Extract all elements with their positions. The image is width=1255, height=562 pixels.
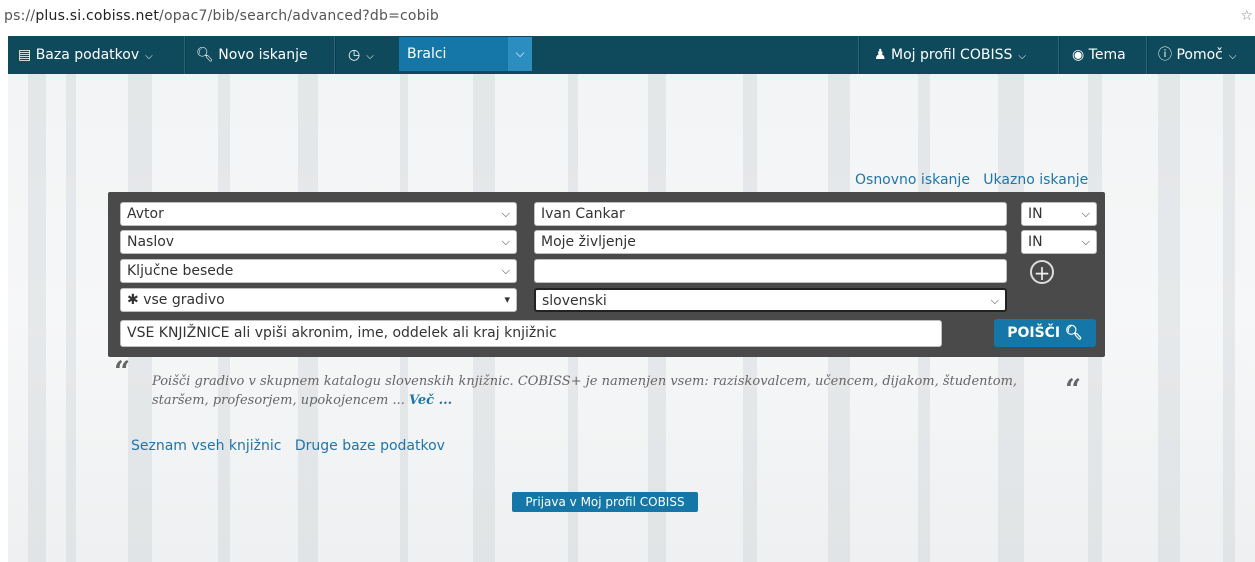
add-row-button[interactable]: + xyxy=(1030,260,1054,284)
bottom-links: Seznam vseh knjižnic Druge baze podatkov xyxy=(131,438,445,454)
url-text: ps://plus.si.cobiss.net/opac7/bib/search… xyxy=(4,8,439,24)
bookmark-star-icon[interactable]: ☆ xyxy=(1240,6,1253,26)
chevron-down-icon: ⌵ xyxy=(1228,51,1237,62)
chevron-down-icon: ⌵ xyxy=(990,294,999,307)
search-term-input-2[interactable]: Moje življenje xyxy=(534,230,1007,254)
search-term-input-3[interactable] xyxy=(534,259,1007,283)
help-label: Pomoč xyxy=(1176,47,1223,63)
clock-icon: ◷ xyxy=(348,47,361,63)
material-select[interactable]: ✱ vse gradivo ▾ xyxy=(120,288,517,312)
field-select-3[interactable]: Ključne besede ⌵ xyxy=(120,259,517,283)
field-select-3-value: Ključne besede xyxy=(127,263,234,279)
close-quote-icon: “ xyxy=(1065,373,1082,406)
search-mode-links: Osnovno iskanje Ukazno iskanje xyxy=(855,172,1088,188)
open-quote-icon: “ xyxy=(114,355,131,388)
library-input-placeholder: VSE KNJIŽNICE ali vpiši akronim, ime, od… xyxy=(127,325,557,341)
chevron-down-icon[interactable]: ⌵ xyxy=(508,37,532,71)
operator-select-2[interactable]: IN ⌵ xyxy=(1021,230,1097,254)
new-search-button[interactable]: 🔍︎ Novo iskanje xyxy=(186,36,318,74)
chevron-down-icon: ⌵ xyxy=(145,51,153,62)
caret-down-icon: ▾ xyxy=(504,293,510,306)
search-button[interactable]: POIŠČI 🔍︎ xyxy=(994,319,1096,347)
intro-text-body: Poišči gradivo v skupnem katalogu sloven… xyxy=(152,374,1018,408)
browser-url-bar[interactable]: ps://plus.si.cobiss.net/opac7/bib/search… xyxy=(0,0,1255,34)
search-term-2-value: Moje življenje xyxy=(541,234,636,250)
profile-label: Moj profil COBISS xyxy=(891,47,1013,63)
chevron-down-icon: ⌵ xyxy=(1081,207,1090,220)
field-select-1[interactable]: Avtor ⌵ xyxy=(120,202,517,226)
top-nav: ▤ Baza podatkov ⌵ 🔍︎ Novo iskanje ◷ ⌵ Bral… xyxy=(8,36,1255,74)
material-select-value: vse gradivo xyxy=(143,292,225,308)
field-select-2[interactable]: Naslov ⌵ xyxy=(120,230,517,254)
command-search-link[interactable]: Ukazno iskanje xyxy=(983,172,1088,188)
chevron-down-icon: ⌵ xyxy=(1081,235,1090,248)
library-select-value: Bralci xyxy=(407,46,447,62)
theme-label: Tema xyxy=(1088,47,1126,63)
library-select[interactable]: Bralci ⌵ xyxy=(399,37,532,71)
field-select-1-value: Avtor xyxy=(127,206,164,222)
field-select-2-value: Naslov xyxy=(127,234,175,250)
asterisk-icon: ✱ xyxy=(127,292,139,308)
operator-select-1[interactable]: IN ⌵ xyxy=(1021,202,1097,226)
operator-1-value: IN xyxy=(1028,206,1043,222)
language-select[interactable]: slovenski ⌵ xyxy=(534,288,1007,312)
search-icon: 🔍︎ xyxy=(196,47,214,63)
basic-search-link[interactable]: Osnovno iskanje xyxy=(855,172,970,188)
chevron-down-icon: ⌵ xyxy=(501,235,510,248)
intro-text: Poišči gradivo v skupnem katalogu sloven… xyxy=(152,372,1057,410)
other-databases-link[interactable]: Druge baze podatkov xyxy=(295,438,445,454)
search-term-1-value: Ivan Cankar xyxy=(541,206,625,222)
database-label: Baza podatkov xyxy=(35,47,140,63)
language-select-value: slovenski xyxy=(542,293,607,309)
library-input[interactable]: VSE KNJIŽNICE ali vpiši akronim, ime, od… xyxy=(120,320,942,347)
search-panel: Avtor ⌵ Ivan Cankar IN ⌵ Naslov ⌵ Moje ž… xyxy=(108,192,1105,357)
operator-2-value: IN xyxy=(1028,234,1043,250)
login-button-label: Prijava v Moj profil COBISS xyxy=(525,495,685,509)
search-button-label: POIŠČI xyxy=(1007,325,1061,341)
theme-menu[interactable]: ◉ Tema xyxy=(1060,36,1148,74)
more-link[interactable]: Več ... xyxy=(409,393,452,408)
new-search-label: Novo iskanje xyxy=(218,47,308,63)
plus-icon: + xyxy=(1033,261,1051,285)
database-menu[interactable]: ▤ Baza podatkov ⌵ xyxy=(8,36,184,74)
chevron-down-icon: ⌵ xyxy=(366,51,374,62)
search-term-input-1[interactable]: Ivan Cankar xyxy=(534,202,1007,226)
login-button[interactable]: Prijava v Moj profil COBISS xyxy=(512,492,698,512)
profile-menu[interactable]: ♟ Moj profil COBISS ⌵ xyxy=(860,36,1060,74)
chevron-down-icon: ⌵ xyxy=(501,207,510,220)
all-libraries-link[interactable]: Seznam vseh knjižnic xyxy=(131,438,281,454)
chevron-down-icon: ⌵ xyxy=(501,264,510,277)
database-icon: ▤ xyxy=(18,47,32,63)
history-menu[interactable]: ◷ ⌵ xyxy=(338,36,394,74)
search-icon: 🔍︎ xyxy=(1065,325,1083,341)
chevron-down-icon: ⌵ xyxy=(1018,51,1026,62)
user-icon: ♟ xyxy=(874,47,887,63)
help-icon: ⓘ xyxy=(1158,47,1172,63)
help-menu[interactable]: ⓘ Pomoč ⌵ xyxy=(1148,36,1255,74)
eye-icon: ◉ xyxy=(1072,47,1085,63)
